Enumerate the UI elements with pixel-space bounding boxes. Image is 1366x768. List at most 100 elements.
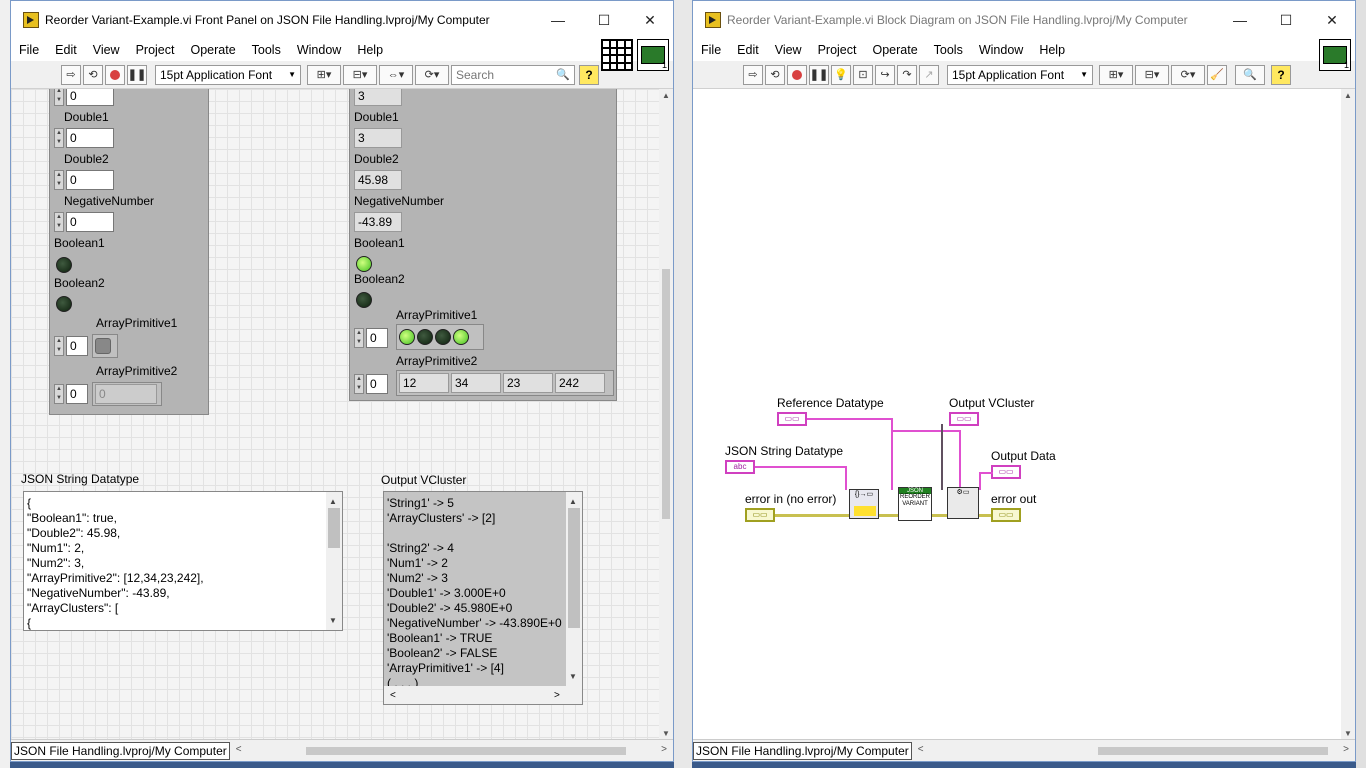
numeric-indicator-top: 3 <box>354 89 402 106</box>
error-in-terminal[interactable]: ▭▭ <box>745 508 775 522</box>
context-help-icon[interactable]: ? <box>579 64 599 85</box>
reference-datatype-terminal[interactable]: ▭▭ <box>777 412 807 426</box>
double1-control[interactable]: ▲ ▼ 0 <box>54 128 114 148</box>
minimize-icon[interactable]: — <box>535 1 581 39</box>
project-path[interactable]: JSON File Handling.lvproj/My Computer <box>693 741 912 760</box>
wire[interactable] <box>755 466 847 468</box>
menu-view[interactable]: View <box>85 43 128 57</box>
abort-icon[interactable] <box>787 64 807 85</box>
wire[interactable] <box>979 472 993 474</box>
bd-horizontal-scrollbar[interactable]: < > <box>918 744 1349 758</box>
menu-edit[interactable]: Edit <box>729 43 767 57</box>
json-string-text[interactable]: {"Boolean1": true, "Double2": 45.98, "Num1… <box>27 496 339 630</box>
wire[interactable] <box>891 418 893 490</box>
boolean1-led[interactable] <box>56 257 72 273</box>
run-continuously-icon[interactable]: ⟲ <box>83 64 103 85</box>
close-icon[interactable]: ✕ <box>627 1 673 39</box>
fp-titlebar[interactable]: Reorder Variant-Example.vi Front Panel o… <box>11 1 673 39</box>
run-arrow-icon[interactable]: ⇨ <box>743 64 763 85</box>
align-objects-icon[interactable]: ⊞▾ <box>307 64 341 85</box>
arrayprimitive1-index[interactable]: ▲ ▼ 0 <box>54 336 88 356</box>
output-vcluster-indicator[interactable]: 'String1' -> 5 'ArrayClusters' -> [2] 'St… <box>383 491 583 705</box>
vi-icon[interactable]: 1 <box>637 39 669 71</box>
to-variant-node[interactable]: {}→▭ <box>849 489 879 519</box>
connector-pane-icon[interactable] <box>601 39 633 71</box>
menu-project[interactable]: Project <box>810 43 865 57</box>
abort-icon[interactable] <box>105 64 125 85</box>
step-over-icon[interactable]: ↷ <box>897 64 917 85</box>
step-out-icon[interactable]: ↗ <box>919 64 939 85</box>
menu-tools[interactable]: Tools <box>244 43 289 57</box>
wire[interactable] <box>845 466 847 490</box>
font-select[interactable]: 15pt Application Font ▼ <box>947 64 1093 85</box>
pause-icon[interactable]: ❚❚ <box>127 64 147 85</box>
run-continuously-icon[interactable]: ⟲ <box>765 64 785 85</box>
run-arrow-icon[interactable]: ⇨ <box>61 64 81 85</box>
reorder-icon[interactable]: ⟳▾ <box>415 64 449 85</box>
context-help-icon[interactable]: ? <box>1271 64 1291 85</box>
menu-file[interactable]: File <box>693 43 729 57</box>
project-path[interactable]: JSON File Handling.lvproj/My Computer <box>11 741 230 760</box>
menu-window[interactable]: Window <box>289 43 349 57</box>
wire[interactable] <box>959 430 961 490</box>
wire[interactable] <box>979 472 981 490</box>
menu-file[interactable]: File <box>11 43 47 57</box>
menu-window[interactable]: Window <box>971 43 1031 57</box>
font-select[interactable]: 15pt Application Font ▼ <box>155 64 301 85</box>
arrayprimitive2-index[interactable]: ▲ ▼ 0 <box>54 384 88 404</box>
maximize-icon[interactable]: ☐ <box>1263 1 1309 39</box>
fp-vertical-scrollbar[interactable]: ▲ ▼ <box>659 89 673 741</box>
retain-wire-values-icon[interactable]: ⊡ <box>853 64 873 85</box>
variant-to-data-node[interactable]: ⚙▭ <box>947 487 979 519</box>
wire[interactable] <box>941 424 943 490</box>
bd-titlebar[interactable]: Reorder Variant-Example.vi Block Diagram… <box>693 1 1355 39</box>
reorder-icon[interactable]: ⟳▾ <box>1171 64 1205 85</box>
output-vcluster-hscrollbar[interactable]: < > <box>384 686 582 704</box>
arrayprimitive1-label: ArrayPrimitive1 <box>96 316 178 330</box>
menu-project[interactable]: Project <box>128 43 183 57</box>
highlight-execution-icon[interactable]: 💡 <box>831 64 851 85</box>
wire[interactable] <box>891 430 961 432</box>
minimize-icon[interactable]: — <box>1217 1 1263 39</box>
numeric-control-top[interactable]: ▲ ▼ 0 <box>54 89 114 106</box>
menu-view[interactable]: View <box>767 43 810 57</box>
distribute-objects-icon[interactable]: ⊟▾ <box>343 64 377 85</box>
menu-operate[interactable]: Operate <box>182 43 243 57</box>
reorder-variant-subvi[interactable]: JSON REORDER VARIANT <box>898 487 932 521</box>
negative-number-control[interactable]: ▲ ▼ 0 <box>54 212 114 232</box>
menu-tools[interactable]: Tools <box>926 43 971 57</box>
vi-icon[interactable]: 1 <box>1319 39 1351 71</box>
bd-vertical-scrollbar[interactable]: ▲ ▼ <box>1341 89 1355 741</box>
double2-control[interactable]: ▲ ▼ 0 <box>54 170 114 190</box>
boolean2-led[interactable] <box>56 296 72 312</box>
search-input[interactable]: Search 🔍 <box>451 64 575 85</box>
error-out-terminal[interactable]: ▭▭ <box>991 508 1021 522</box>
maximize-icon[interactable]: ☐ <box>581 1 627 39</box>
menu-operate[interactable]: Operate <box>864 43 925 57</box>
close-icon[interactable]: ✕ <box>1309 1 1355 39</box>
arrayprimitive2-index[interactable]: ▲ ▼ 0 <box>354 374 388 394</box>
array-led-disabled[interactable] <box>95 338 111 354</box>
json-string-control[interactable]: {"Boolean1": true, "Double2": 45.98, "Num1… <box>23 491 343 631</box>
wire[interactable] <box>807 418 893 420</box>
search-icon[interactable]: 🔍 <box>1235 64 1265 85</box>
json-string-scrollbar[interactable]: ▲ ▼ <box>326 492 342 630</box>
output-vcluster-vscrollbar[interactable]: ▲ ▼ <box>566 492 582 686</box>
menu-help[interactable]: Help <box>349 43 391 57</box>
json-string-terminal[interactable]: abc <box>725 460 755 474</box>
fp-horizontal-scrollbar[interactable]: < > <box>236 744 667 758</box>
resize-objects-icon[interactable]: ⇔▾ <box>379 64 413 85</box>
distribute-objects-icon[interactable]: ⊟▾ <box>1135 64 1169 85</box>
menu-help[interactable]: Help <box>1031 43 1073 57</box>
block-diagram-canvas[interactable]: Reference Datatype JSON String Datatype … <box>693 89 1343 741</box>
arrayprimitive1-index[interactable]: ▲ ▼ 0 <box>354 328 388 348</box>
align-objects-icon[interactable]: ⊞▾ <box>1099 64 1133 85</box>
front-panel-canvas[interactable]: ▲ ▼ 0 Double1 ▲ ▼ 0 Double2 ▲ ▼ 0 NegativeNumb… <box>11 89 661 741</box>
output-data-terminal[interactable]: ▭▭ <box>991 465 1021 479</box>
menu-edit[interactable]: Edit <box>47 43 85 57</box>
clean-up-diagram-icon[interactable]: 🧹 <box>1207 64 1227 85</box>
step-into-icon[interactable]: ↪ <box>875 64 895 85</box>
pause-icon[interactable]: ❚❚ <box>809 64 829 85</box>
output-vcluster-terminal[interactable]: ▭▭ <box>949 412 979 426</box>
output-line: 'ArrayClusters' -> [2] <box>387 511 496 525</box>
